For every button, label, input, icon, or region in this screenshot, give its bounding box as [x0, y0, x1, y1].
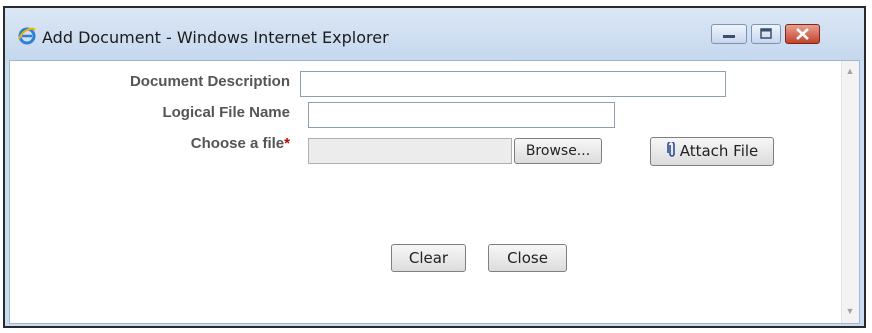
attach-file-button[interactable]: Attach File	[650, 137, 774, 166]
required-marker: *	[284, 135, 290, 152]
document-description-input[interactable]	[300, 71, 726, 97]
internet-explorer-icon	[17, 26, 37, 46]
attach-file-label: Attach File	[679, 142, 759, 160]
dialog-content: Document Description Logical File Name C…	[9, 60, 860, 324]
window-title: Add Document - Windows Internet Explorer	[42, 28, 389, 47]
close-button[interactable]: Close	[488, 244, 567, 272]
scroll-down-arrow-icon[interactable]: ▼	[845, 307, 855, 316]
vertical-scrollbar[interactable]: ▲ ▼	[841, 61, 859, 323]
document-description-label: Document Description	[129, 73, 290, 90]
logical-file-name-input[interactable]	[308, 102, 615, 128]
choose-file-label-text: Choose a file	[190, 135, 285, 152]
clear-button[interactable]: Clear	[391, 244, 466, 272]
paperclip-icon	[666, 140, 678, 167]
close-icon	[796, 28, 809, 40]
file-path-field	[308, 138, 512, 164]
choose-file-label: Choose a file*	[50, 135, 290, 152]
title-bar[interactable]: Add Document - Windows Internet Explorer	[5, 8, 864, 60]
minimize-icon	[723, 35, 735, 38]
maximize-icon	[760, 28, 772, 39]
close-window-button[interactable]	[785, 24, 820, 44]
browser-window: Add Document - Windows Internet Explorer…	[3, 6, 866, 328]
logical-file-name-label: Logical File Name	[162, 104, 290, 121]
minimize-button[interactable]	[711, 24, 747, 44]
scroll-up-arrow-icon[interactable]: ▲	[845, 67, 855, 76]
browse-button[interactable]: Browse...	[514, 138, 602, 164]
maximize-button[interactable]	[751, 24, 781, 44]
